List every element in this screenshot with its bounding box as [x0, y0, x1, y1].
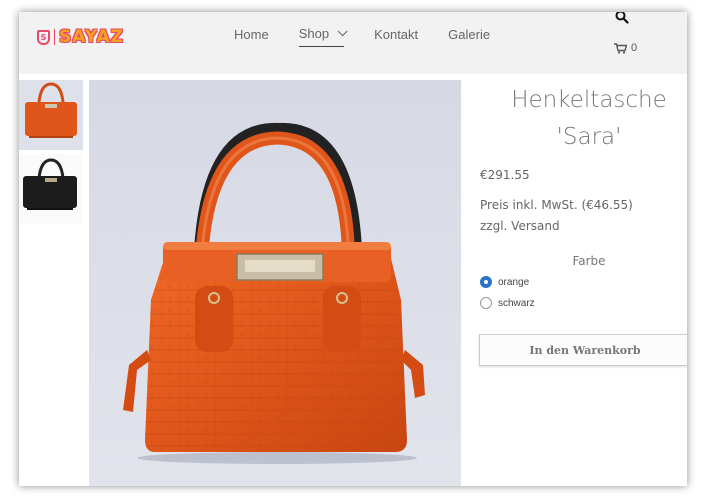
color-option-orange[interactable]: orange	[480, 276, 529, 288]
thumbnail-orange-image	[25, 82, 77, 138]
nav-kontakt-label: Kontakt	[374, 26, 419, 42]
logo-divider	[54, 29, 55, 45]
tax-info: Preis inkl. MwSt. (€46.55) zzgl. Versand	[480, 195, 680, 237]
search-icon[interactable]	[615, 12, 629, 24]
nav-galerie[interactable]: Galerie	[448, 26, 490, 47]
nav-galerie-label: Galerie	[448, 26, 491, 42]
product-title-line1: Henkeltasche	[511, 87, 667, 113]
nav-home[interactable]: Home	[234, 26, 269, 47]
site-logo[interactable]: S SAYAZ	[37, 26, 124, 48]
color-option-orange-label: orange	[498, 276, 530, 288]
chevron-down-icon	[337, 26, 348, 37]
product-main-image[interactable]	[89, 80, 461, 486]
color-option-schwarz[interactable]: schwarz	[480, 297, 535, 309]
logo-badge: S	[37, 29, 50, 45]
color-label: Farbe	[572, 254, 606, 268]
cart-icon	[614, 42, 627, 54]
thumbnail-black[interactable]	[19, 154, 83, 224]
radio-schwarz[interactable]	[480, 297, 492, 309]
page-frame: S SAYAZ Home Shop Kontakt Galerie 0 Henk…	[19, 12, 687, 486]
thumbnail-orange[interactable]	[19, 80, 83, 150]
add-to-cart-button[interactable]: In den Warenkorb	[479, 334, 687, 366]
product-price: €291.55	[480, 168, 530, 182]
nav-home-label: Home	[234, 26, 269, 42]
tax-line: Preis inkl. MwSt. (€46.55)	[480, 198, 633, 212]
color-option-schwarz-label: schwarz	[498, 297, 535, 309]
nav-kontakt[interactable]: Kontakt	[374, 26, 418, 47]
site-header: S SAYAZ Home Shop Kontakt Galerie 0	[19, 12, 687, 74]
main-nav: Home Shop Kontakt Galerie	[234, 26, 520, 47]
product-title: Henkeltasche 'Sara'	[489, 82, 687, 156]
nav-shop[interactable]: Shop	[298, 26, 348, 47]
cart-count: 0	[631, 42, 638, 54]
shipping-line: zzgl. Versand	[480, 219, 560, 233]
product-title-line2: 'Sara'	[556, 124, 622, 150]
handbag-image	[89, 80, 461, 486]
thumbnail-black-image	[23, 158, 77, 210]
nav-shop-label: Shop	[298, 26, 330, 41]
cart-button[interactable]: 0	[614, 42, 637, 54]
radio-orange[interactable]	[480, 276, 492, 288]
logo-text: SAYAZ	[59, 27, 124, 47]
